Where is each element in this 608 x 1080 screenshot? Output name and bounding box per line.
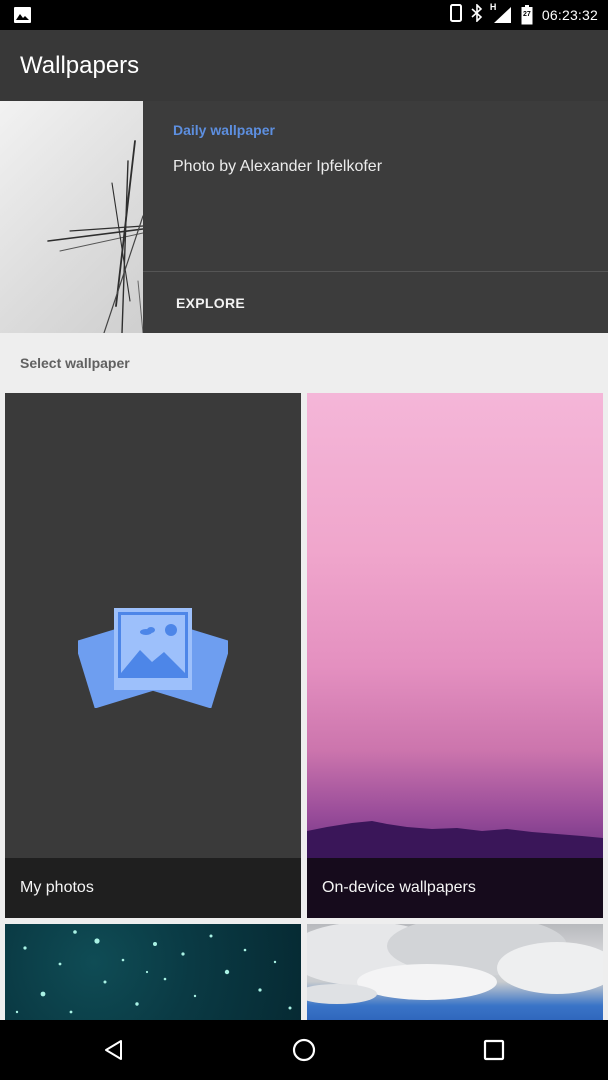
daily-wallpaper-label: Daily wallpaper xyxy=(173,122,275,138)
back-button[interactable] xyxy=(94,1032,134,1068)
section-header: Select wallpaper xyxy=(20,355,130,371)
status-time: 06:23:32 xyxy=(541,7,598,23)
wallpaper-category-tile-stars[interactable] xyxy=(5,924,301,1020)
battery-icon: 27 xyxy=(521,5,533,25)
recents-button[interactable] xyxy=(474,1032,514,1068)
daily-wallpaper-thumbnail[interactable] xyxy=(0,101,143,333)
recents-icon xyxy=(483,1039,505,1061)
signal-icon: H xyxy=(490,2,512,24)
app-bar: Wallpapers xyxy=(0,30,608,101)
wallpaper-category-tile-sky[interactable] xyxy=(307,924,603,1020)
daily-wallpaper-card: Daily wallpaper Photo by Alexander Ipfel… xyxy=(0,101,608,333)
back-icon xyxy=(105,1040,122,1060)
card-divider xyxy=(143,271,608,272)
page-title: Wallpapers xyxy=(20,52,140,79)
explore-button[interactable]: EXPLORE xyxy=(163,283,258,323)
mountain-silhouette xyxy=(307,821,603,858)
bluetooth-icon xyxy=(471,2,483,27)
on-device-wallpapers-tile[interactable]: On-device wallpapers xyxy=(307,393,603,918)
on-device-label-bar: On-device wallpapers xyxy=(307,858,603,918)
photos-icon xyxy=(78,608,228,708)
my-photos-label-bar: My photos xyxy=(5,858,301,918)
navigation-bar xyxy=(0,1020,608,1080)
status-bar: H 27 06:23:32 xyxy=(0,0,608,30)
photo-credit: Photo by Alexander Ipfelkofer xyxy=(173,158,383,175)
status-icons: H 27 06:23:32 xyxy=(449,0,598,30)
phone-icon xyxy=(449,3,462,27)
on-device-wallpapers-label: On-device wallpapers xyxy=(322,879,476,896)
battery-level-label: 27 xyxy=(522,11,531,18)
my-photos-tile[interactable]: My photos xyxy=(5,393,301,918)
home-button[interactable] xyxy=(284,1032,324,1068)
gallery-notification-icon xyxy=(14,7,31,23)
my-photos-label: My photos xyxy=(20,879,94,896)
home-icon xyxy=(292,1038,316,1062)
